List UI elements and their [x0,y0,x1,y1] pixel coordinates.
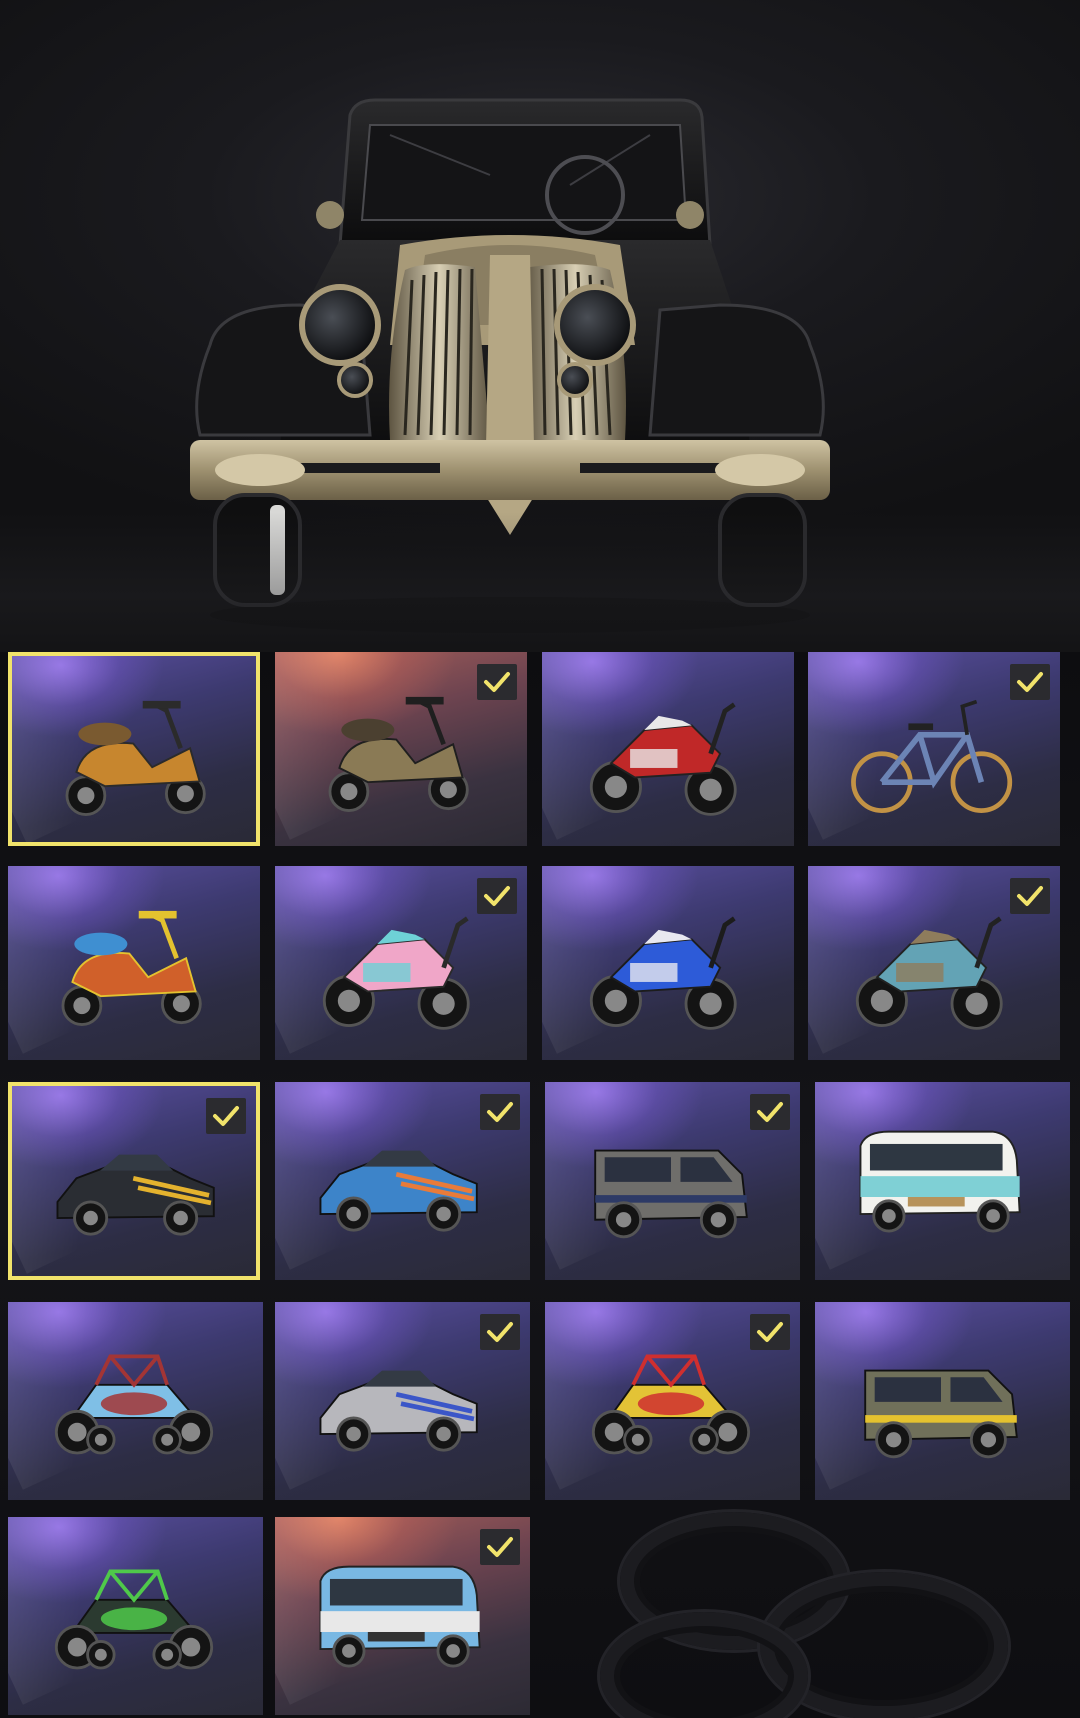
dirt-bike-icon [855,916,1003,1030]
motorcycle-icon [589,702,737,816]
owned-check-icon [206,1098,246,1134]
motorcycle-icon [589,916,737,1030]
sedan-icon [319,1370,478,1452]
buggy-icon [54,1354,214,1455]
skin-tile[interactable] [275,1082,530,1280]
buggy-icon [54,1569,214,1670]
skin-tile[interactable] [8,1517,263,1715]
suv-icon [864,1369,1018,1459]
skin-tile[interactable] [275,1302,530,1500]
suv-icon [594,1149,748,1239]
owned-check-icon [477,878,517,914]
owned-check-icon [480,1314,520,1350]
skin-tile[interactable] [545,1082,800,1280]
muscle-car-icon [56,1154,215,1236]
owned-check-icon [480,1529,520,1565]
skin-grid [0,652,1080,1718]
skin-tile[interactable] [275,652,527,846]
vehicle-preview [0,0,1080,652]
skin-tile[interactable] [275,866,527,1060]
owned-check-icon [477,664,517,700]
bicycle-icon [851,699,1013,813]
scooter-icon [61,910,202,1026]
skin-tile[interactable] [8,866,260,1060]
motorcycle-icon [322,916,470,1030]
skin-tile[interactable] [8,1302,263,1500]
pickup-truck-icon [319,1150,478,1232]
skin-tile[interactable] [542,866,794,1060]
buggy-icon [591,1354,751,1455]
vintage-sedan-icon [190,98,830,633]
skin-tile[interactable] [815,1302,1070,1500]
scooter-icon [328,696,469,812]
scooter-icon [65,700,206,816]
owned-check-icon [750,1314,790,1350]
minibus-icon [859,1130,1021,1233]
owned-check-icon [1010,664,1050,700]
skin-tile[interactable] [8,652,260,846]
owned-check-icon [1010,878,1050,914]
skin-tile[interactable] [815,1082,1070,1280]
minibus-icon [319,1565,481,1668]
skin-tile[interactable] [808,652,1060,846]
skin-tile[interactable] [275,1517,530,1715]
skin-tile[interactable] [545,1302,800,1500]
skin-tile[interactable] [808,866,1060,1060]
skin-tile[interactable] [8,1082,260,1280]
owned-check-icon [750,1094,790,1130]
skin-tile[interactable] [542,652,794,846]
owned-check-icon [480,1094,520,1130]
